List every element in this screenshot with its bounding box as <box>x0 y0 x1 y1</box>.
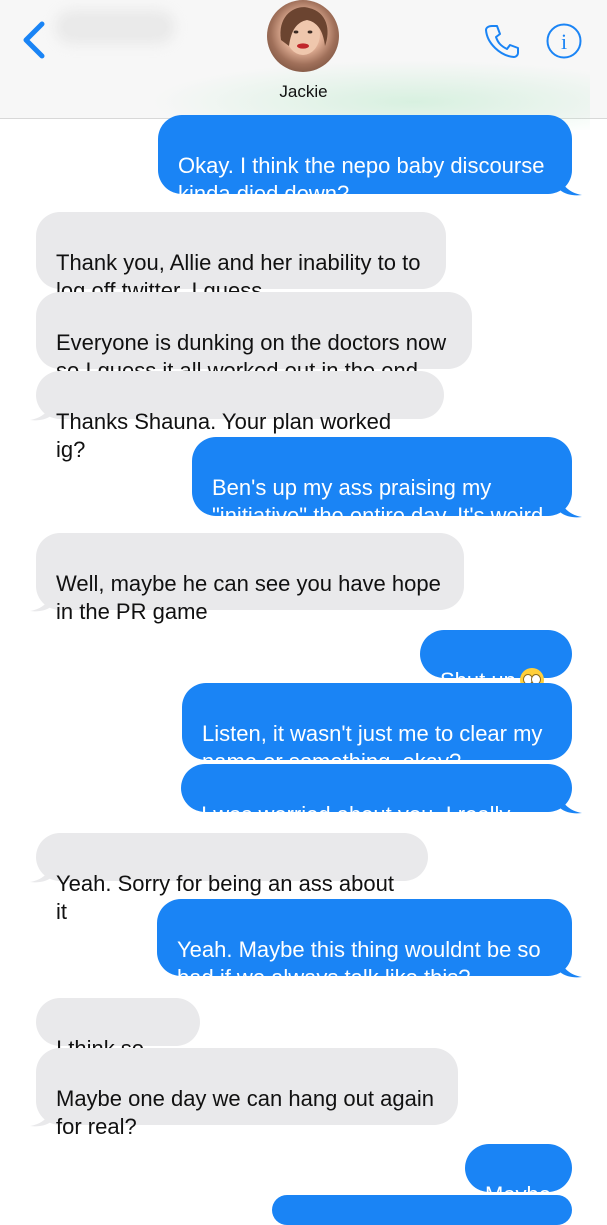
message-text: Okay. I think the nepo baby discourse ki… <box>178 153 545 206</box>
message-tail <box>30 1107 52 1127</box>
incoming-message[interactable]: Well, maybe he can see you have hope in … <box>36 533 464 624</box>
outgoing-message[interactable]: I was worried about you. I really was <box>181 764 572 855</box>
svg-text:i: i <box>561 29 567 54</box>
message-tail <box>30 592 52 612</box>
avatar-image <box>280 7 328 55</box>
incoming-message[interactable]: I think so too <box>36 998 200 1089</box>
incoming-message[interactable]: Thanks Shauna. Your plan worked ig? <box>36 371 444 462</box>
outgoing-message[interactable]: Listen, it wasn't just me to clear my na… <box>182 683 572 774</box>
blurred-status-area <box>55 10 175 44</box>
chat-header: Jackie i <box>0 0 607 130</box>
outgoing-message[interactable]: Maybe <box>465 1144 572 1207</box>
outgoing-message[interactable]: Okay. I think the nepo baby discourse ki… <box>158 115 572 206</box>
outgoing-message[interactable]: Shut up <box>420 630 572 693</box>
contact-avatar[interactable] <box>267 0 339 72</box>
message-tail <box>560 176 582 196</box>
info-icon: i <box>546 23 582 59</box>
outgoing-message[interactable]: Yeah. Maybe this thing wouldnt be so bad… <box>157 899 572 990</box>
incoming-message[interactable]: Yeah. Sorry for being an ass about it <box>36 833 428 924</box>
phone-icon <box>485 25 519 58</box>
message-tail <box>560 498 582 518</box>
incoming-message[interactable]: Thank you, Allie and her inability to to… <box>36 212 446 303</box>
outgoing-message[interactable]: Ben's up my ass praising my "initiative"… <box>192 437 572 528</box>
contact-name[interactable]: Jackie <box>0 82 607 102</box>
message-tail <box>560 794 582 814</box>
incoming-message[interactable]: Maybe one day we can hang out again for … <box>36 1048 458 1139</box>
incoming-message[interactable]: Everyone is dunking on the doctors now s… <box>36 292 472 383</box>
info-button[interactable]: i <box>545 22 583 60</box>
message-text: Maybe one day we can hang out again for … <box>56 1086 434 1139</box>
message-text: Yeah. Maybe this thing wouldnt be so bad… <box>177 937 541 990</box>
message-text: Well, maybe he can see you have hope in … <box>56 571 441 624</box>
call-button[interactable] <box>483 22 521 60</box>
message-tail <box>30 401 52 421</box>
back-button[interactable] <box>18 18 54 62</box>
message-thread[interactable]: Okay. I think the nepo baby discourse ki… <box>0 115 607 1225</box>
message-tail <box>560 958 582 978</box>
message-tail <box>30 863 52 883</box>
chevron-left-icon <box>23 21 45 59</box>
message-text: Ben's up my ass praising my "initiative"… <box>212 475 544 528</box>
